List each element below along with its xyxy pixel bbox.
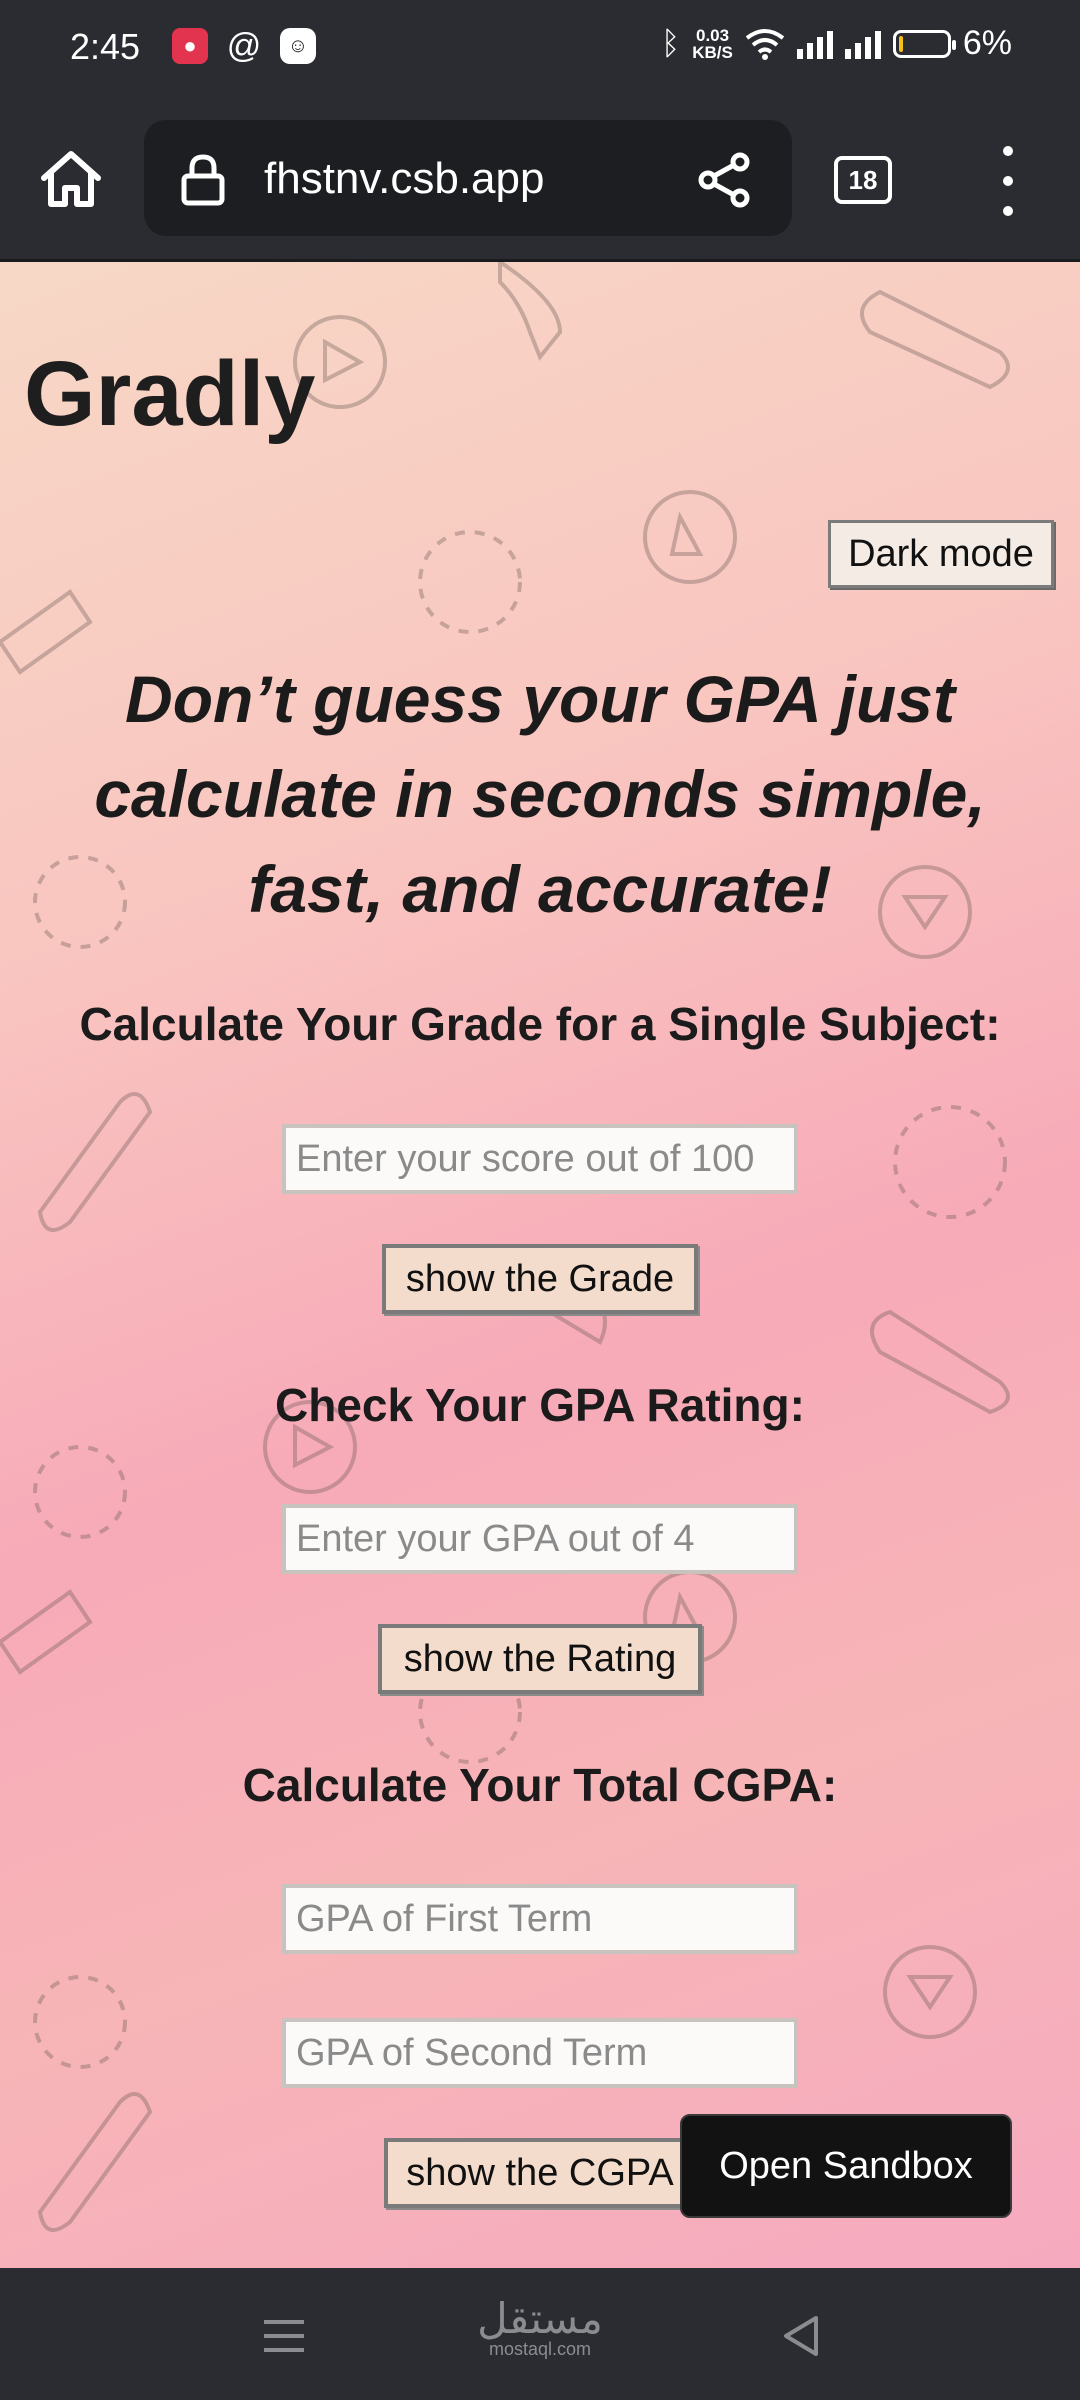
show-rating-button[interactable]: show the Rating	[378, 1624, 702, 1694]
address-bar[interactable]: fhstnv.csb.app	[144, 120, 792, 236]
watermark-arabic: مستقل	[477, 2294, 603, 2343]
status-time: 2:45	[70, 26, 141, 67]
status-bar: 2:45 ● @ ☺ ᛒ 0.03 KB/S 6%	[0, 0, 1080, 96]
show-cgpa-button[interactable]: show the CGPA	[384, 2138, 696, 2208]
threads-icon: @	[226, 26, 262, 65]
watermark-latin: mostaql.com	[488, 2339, 592, 2359]
screen-record-icon: ●	[172, 28, 208, 64]
web-page: Gradly Dark mode Don’t guess your GPA ju…	[0, 262, 1080, 2268]
battery-fill	[898, 35, 903, 52]
dark-mode-button[interactable]: Dark mode	[828, 520, 1054, 588]
battery-percentage: 6%	[962, 24, 1012, 62]
more-vert-icon[interactable]	[990, 146, 1026, 216]
system-icons: ᛒ 0.03 KB/S 6%	[661, 24, 1012, 63]
second-term-gpa-input[interactable]	[282, 2018, 798, 2088]
app-notification-icon: ☺	[280, 28, 316, 64]
back-icon[interactable]	[772, 2306, 832, 2366]
wifi-icon	[745, 28, 785, 60]
open-sandbox-button[interactable]: Open Sandbox	[680, 2114, 1012, 2218]
cgpa-section-heading: Calculate Your Total CGPA:	[242, 1759, 838, 1811]
gpa-section-heading: Check Your GPA Rating:	[275, 1379, 805, 1431]
browser-toolbar: fhstnv.csb.app 18	[0, 96, 1080, 262]
net-speed-unit: KB/S	[692, 42, 733, 62]
show-cgpa-label: show the CGPA	[406, 2151, 674, 2194]
first-term-gpa-input[interactable]	[282, 1884, 798, 1954]
system-navigation-bar: مستقل mostaql.com	[0, 2268, 1080, 2400]
lock-icon	[181, 154, 225, 206]
show-grade-label: show the Grade	[405, 1257, 675, 1300]
grade-section-heading: Calculate Your Grade for a Single Subjec…	[79, 998, 1001, 1050]
bluetooth-icon: ᛒ	[661, 25, 681, 61]
notification-icons: ● @ ☺	[172, 26, 316, 65]
show-rating-label: show the Rating	[403, 1637, 677, 1680]
watermark: مستقل mostaql.com	[470, 2294, 610, 2360]
open-sandbox-label: Open Sandbox	[719, 2144, 973, 2187]
net-speed-value: 0.03	[696, 25, 730, 45]
show-grade-button[interactable]: show the Grade	[382, 1244, 698, 1314]
page-title: Gradly	[24, 343, 316, 445]
net-speed: 0.03 KB/S	[692, 27, 733, 61]
home-icon[interactable]	[38, 146, 104, 212]
menu-icon[interactable]	[254, 2306, 314, 2366]
gpa-input[interactable]	[282, 1504, 798, 1574]
signal-icon-1	[796, 29, 833, 59]
tabs-button[interactable]: 18	[834, 156, 892, 204]
hero-tagline: Don’t guess your GPA just calculate in s…	[94, 662, 986, 926]
signal-icon-2	[844, 29, 881, 59]
battery-icon	[892, 29, 956, 58]
dark-mode-label: Dark mode	[848, 532, 1034, 575]
share-icon[interactable]	[696, 152, 752, 208]
url-text: fhstnv.csb.app	[264, 154, 545, 203]
tab-count: 18	[848, 164, 878, 195]
score-input[interactable]	[282, 1124, 798, 1194]
